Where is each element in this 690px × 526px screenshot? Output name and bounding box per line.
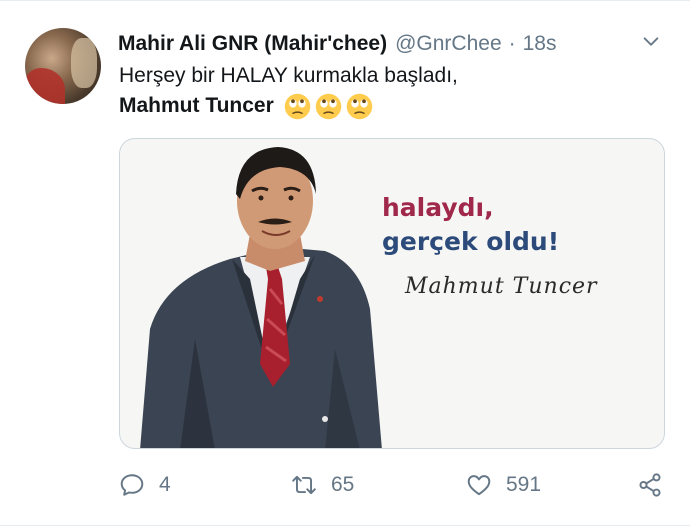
mention-name: Mahmut Tuncer [119,94,274,117]
reply-count: 4 [159,473,171,496]
face-with-rolling-eyes-icon [284,93,311,119]
reply-button[interactable]: 4 [119,468,171,502]
avatar-shape [25,68,65,104]
tweet[interactable]: Mahir Ali GNR (Mahir'chee) @GnrChee · 18… [0,0,690,526]
retweet-count: 65 [331,473,355,496]
reply-icon [120,474,144,496]
tweet-actions: 4 65 591 [119,468,670,502]
tweet-text-line: Herşey bir HALAY kurmakla başladı, [119,64,458,87]
tweet-media-image[interactable]: halaydı, gerçek oldu! Mahmut Tuncer [119,138,665,449]
heart-icon [467,475,491,496]
image-quote: halaydı, gerçek oldu! [382,191,559,259]
tweet-time[interactable]: 18s [523,32,557,56]
face-with-rolling-eyes-icon [315,93,342,119]
share-button[interactable] [637,468,663,502]
share-icon [639,473,661,497]
author-name[interactable]: Mahir Ali GNR (Mahir'chee) [118,32,387,56]
like-button[interactable]: 591 [466,468,541,502]
retweet-button[interactable]: 65 [291,468,354,502]
avatar-shape [71,38,97,88]
tweet-text: Herşey bir HALAY kurmakla başladı, Mahmu… [119,61,660,121]
retweet-icon [292,475,316,495]
signature: Mahmut Tuncer [405,274,598,299]
tweet-header: Mahir Ali GNR (Mahir'chee) @GnrChee · 18… [118,29,660,59]
chevron-down-icon[interactable] [640,31,662,53]
face-with-rolling-eyes-icon [346,93,373,119]
like-count: 591 [506,473,542,496]
author-handle[interactable]: @GnrChee [395,32,502,56]
tweet-text-line-bold: Mahmut Tuncer [119,91,660,121]
image-quote-line: halaydı, [382,193,494,222]
separator-dot: · [508,32,516,55]
avatar[interactable] [25,28,101,104]
image-quote-line: gerçek oldu! [382,227,560,256]
